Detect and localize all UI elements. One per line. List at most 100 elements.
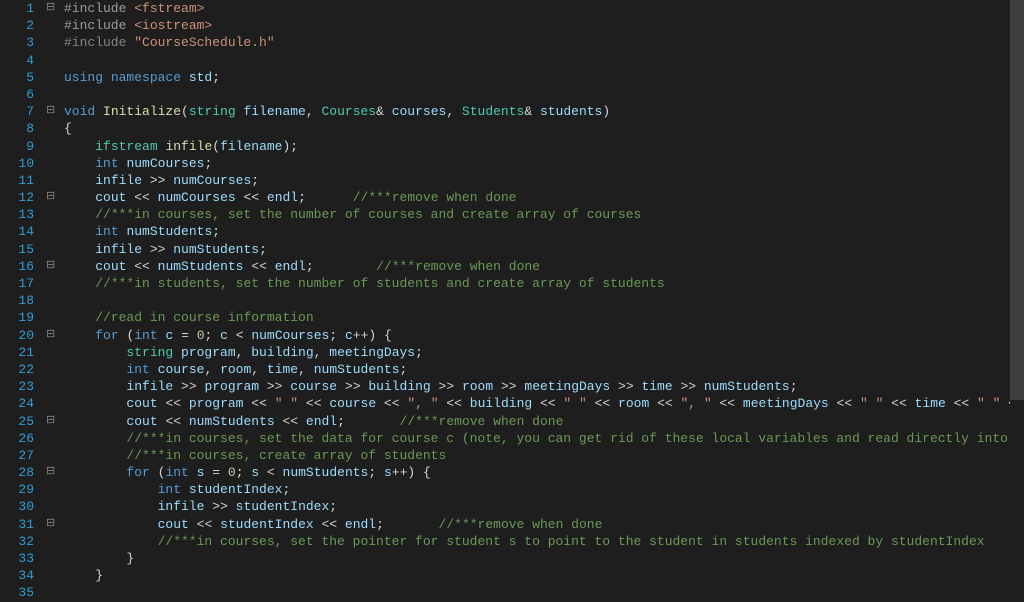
code-line[interactable]: //read in course information — [64, 309, 1024, 326]
token-pun — [64, 379, 126, 394]
line-number: 3 — [0, 34, 34, 51]
code-line[interactable]: int numCourses; — [64, 155, 1024, 172]
code-line[interactable]: cout << program << " " << course << ", "… — [64, 395, 1024, 412]
code-line[interactable]: infile >> numStudents; — [64, 241, 1024, 258]
token-op: << — [126, 259, 157, 274]
token-op: >> — [142, 242, 173, 257]
code-editor[interactable]: 1234567891011121314151617181920212223242… — [0, 0, 1024, 601]
code-line[interactable]: int studentIndex; — [64, 481, 1024, 498]
code-line[interactable]: #include <iostream> — [64, 17, 1024, 34]
code-line[interactable]: //***in students, set the number of stud… — [64, 275, 1024, 292]
token-op: << — [243, 259, 274, 274]
fold-marker — [44, 155, 64, 172]
code-line[interactable]: //***in courses, create array of student… — [64, 447, 1024, 464]
fold-marker[interactable]: ⊟ — [44, 464, 64, 481]
line-number: 34 — [0, 567, 34, 584]
line-number: 12 — [0, 189, 34, 206]
line-number: 28 — [0, 464, 34, 481]
code-line[interactable]: void Initialize(string filename, Courses… — [64, 103, 1024, 120]
token-str: " " — [563, 396, 586, 411]
token-pun: ; — [376, 517, 438, 532]
token-str: " " — [275, 396, 298, 411]
code-line[interactable]: } — [64, 567, 1024, 584]
line-number: 22 — [0, 361, 34, 378]
token-kw: for — [126, 465, 157, 480]
token-pun: ; — [329, 499, 337, 514]
token-op: << — [126, 190, 157, 205]
token-var: numStudents — [283, 465, 369, 480]
token-var: meetingDays — [743, 396, 829, 411]
token-var: program — [189, 396, 244, 411]
code-line[interactable]: infile >> numCourses; — [64, 172, 1024, 189]
code-line[interactable]: #include <fstream> — [64, 0, 1024, 17]
fold-marker[interactable]: ⊟ — [44, 0, 64, 17]
vertical-scrollbar[interactable] — [1010, 0, 1024, 601]
code-line[interactable]: #include "CourseSchedule.h" — [64, 34, 1024, 51]
fold-column[interactable]: ⊟ ⊟ ⊟ ⊟ ⊟ ⊟ ⊟ ⊟ — [44, 0, 64, 601]
token-num: 0 — [197, 328, 205, 343]
token-kw: using — [64, 70, 111, 85]
code-line[interactable]: //***in courses, set the data for course… — [64, 430, 1024, 447]
fold-marker[interactable]: ⊟ — [44, 258, 64, 275]
code-line[interactable]: int course, room, time, numStudents; — [64, 361, 1024, 378]
code-line[interactable]: } — [64, 550, 1024, 567]
token-type: Students — [462, 104, 524, 119]
code-line[interactable]: //***in courses, set the pointer for stu… — [64, 533, 1024, 550]
fold-marker[interactable]: ⊟ — [44, 516, 64, 533]
code-line[interactable]: { — [64, 120, 1024, 137]
fold-marker[interactable]: ⊟ — [44, 189, 64, 206]
code-area[interactable]: #include <fstream>#include <iostream>#in… — [64, 0, 1024, 601]
token-str: " " — [860, 396, 883, 411]
token-op: << — [236, 190, 267, 205]
token-var: numCourses — [126, 156, 204, 171]
token-op: << — [946, 396, 977, 411]
token-str: ", " — [680, 396, 711, 411]
token-var: std — [189, 70, 212, 85]
code-line[interactable]: cout << numCourses << endl; //***remove … — [64, 189, 1024, 206]
token-var: c — [220, 328, 228, 343]
code-line[interactable]: for (int c = 0; c < numCourses; c++) { — [64, 327, 1024, 344]
fold-marker — [44, 69, 64, 86]
line-number: 21 — [0, 344, 34, 361]
code-line[interactable]: infile >> studentIndex; — [64, 498, 1024, 515]
token-var: numStudents — [189, 414, 275, 429]
line-number: 7 — [0, 103, 34, 120]
code-line[interactable]: int numStudents; — [64, 223, 1024, 240]
scroll-thumb[interactable] — [1010, 0, 1024, 400]
code-line[interactable]: ifstream infile(filename); — [64, 138, 1024, 155]
code-line[interactable]: cout << studentIndex << endl; //***remov… — [64, 516, 1024, 533]
token-var: cout — [126, 414, 157, 429]
token-pun: { — [64, 121, 72, 136]
fold-marker — [44, 344, 64, 361]
token-pun — [64, 465, 126, 480]
line-number: 33 — [0, 550, 34, 567]
code-line[interactable] — [64, 86, 1024, 103]
code-line[interactable]: //***in courses, set the number of cours… — [64, 206, 1024, 223]
code-line[interactable]: for (int s = 0; s < numStudents; s++) { — [64, 464, 1024, 481]
token-op: << — [439, 396, 470, 411]
code-line[interactable] — [64, 584, 1024, 601]
code-line[interactable] — [64, 52, 1024, 69]
token-var: filename — [220, 139, 282, 154]
token-cmt: //***in courses, set the data for course… — [126, 431, 1024, 446]
token-op: << — [532, 396, 563, 411]
token-op: >> — [259, 379, 290, 394]
fold-marker[interactable]: ⊟ — [44, 103, 64, 120]
code-line[interactable]: string program, building, meetingDays; — [64, 344, 1024, 361]
code-line[interactable]: cout << numStudents << endl; //***remove… — [64, 258, 1024, 275]
token-pun: ; — [337, 414, 399, 429]
fold-marker — [44, 309, 64, 326]
fold-marker[interactable]: ⊟ — [44, 413, 64, 430]
code-line[interactable]: cout << numStudents << endl; //***remove… — [64, 413, 1024, 430]
fold-marker[interactable]: ⊟ — [44, 327, 64, 344]
token-pun: ; — [415, 345, 423, 360]
token-var: endl — [306, 414, 337, 429]
token-var: building — [470, 396, 532, 411]
token-func: Initialize — [103, 104, 181, 119]
code-line[interactable]: using namespace std; — [64, 69, 1024, 86]
line-number: 19 — [0, 309, 34, 326]
code-line[interactable] — [64, 292, 1024, 309]
line-number: 1 — [0, 0, 34, 17]
token-type: ifstream — [95, 139, 165, 154]
code-line[interactable]: infile >> program >> course >> building … — [64, 378, 1024, 395]
